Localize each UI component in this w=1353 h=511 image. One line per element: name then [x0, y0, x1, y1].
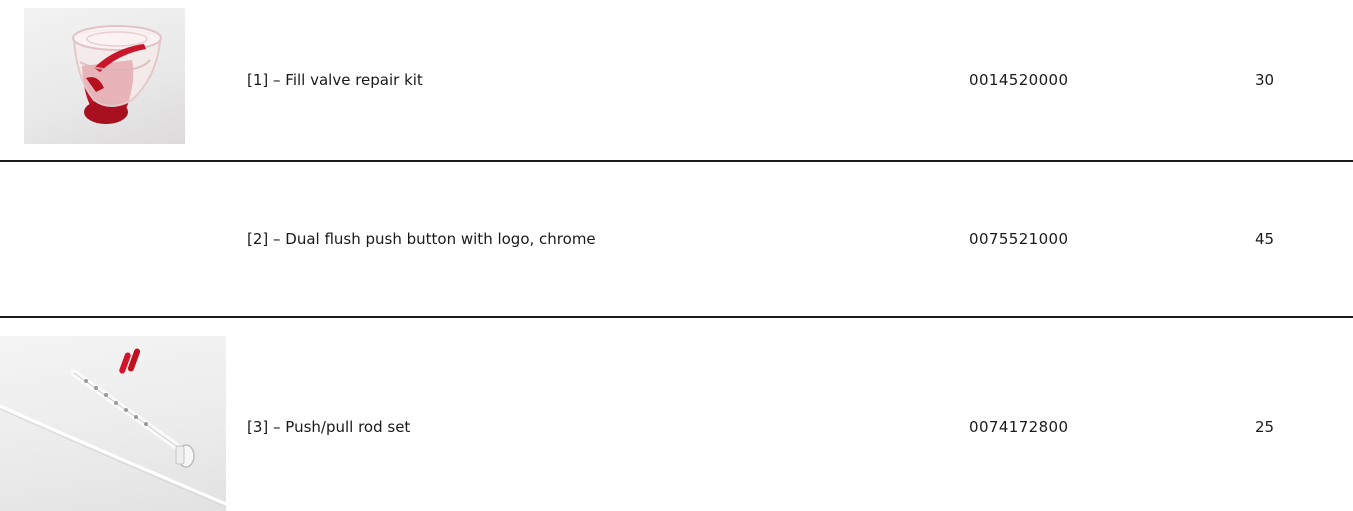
push-pull-rod-set-image [0, 336, 226, 511]
part-description: [2] – Dual flush push button with logo, … [247, 230, 596, 248]
part-price: 45 [1255, 230, 1275, 248]
parts-row: [1] – Fill valve repair kit 0014520000 3… [0, 0, 1353, 160]
part-description: [3] – Push/pull rod set [247, 418, 411, 436]
parts-row: [2] – Dual flush push button with logo, … [0, 162, 1353, 316]
part-price: 30 [1255, 71, 1275, 89]
parts-row: [3] – Push/pull rod set 0074172800 25 [0, 318, 1353, 511]
part-description: [1] – Fill valve repair kit [247, 71, 423, 89]
part-price: 25 [1255, 418, 1275, 436]
part-number: 0074172800 [969, 418, 1069, 436]
fill-valve-repair-kit-image [24, 8, 185, 144]
part-number: 0075521000 [969, 230, 1069, 248]
part-number: 0014520000 [969, 71, 1069, 89]
